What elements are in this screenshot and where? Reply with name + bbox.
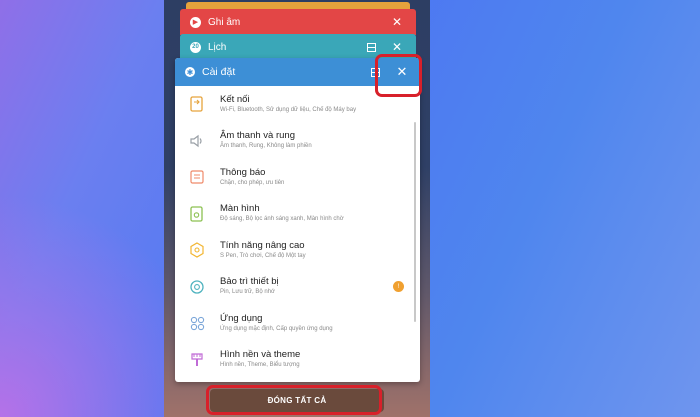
settings-item-title: Ứng dụng (220, 312, 263, 324)
display-icon (189, 206, 205, 222)
calendar-icon: 20 (190, 41, 201, 53)
apps-icon (189, 315, 205, 331)
connections-icon (189, 96, 205, 112)
settings-item-title: Hình nền và theme (220, 349, 301, 361)
scrollbar[interactable] (414, 122, 416, 322)
card-title-cai-dat: Cài đặt (202, 66, 236, 78)
settings-item-title: Màn hình (220, 203, 260, 215)
settings-item-title: Thông báo (220, 166, 266, 178)
settings-item-hinh-nen-va-theme[interactable]: Hình nền và theme Hình nền, Theme, Biểu … (175, 342, 420, 379)
settings-item-title: Bảo trì thiết bị (220, 276, 279, 288)
settings-item-subtitle: Wi-Fi, Bluetooth, Sử dụng dữ liệu, Chế đ… (220, 106, 357, 113)
settings-item-subtitle: Chặn, cho phép, ưu tiên (220, 179, 285, 186)
settings-item-man-hinh[interactable]: Màn hình Độ sáng, Bộ lọc ánh sáng xanh, … (175, 196, 420, 233)
notification-icon (189, 169, 205, 185)
settings-item-subtitle: Âm thanh, Rung, Không làm phiền (220, 143, 312, 150)
wallpaper-theme-icon (189, 352, 205, 368)
card-title-lich: Lịch (208, 41, 227, 53)
settings-item-am-thanh[interactable]: Âm thanh và rung Âm thanh, Rung, Không l… (175, 123, 420, 160)
recent-card-ghi-am[interactable]: ▶ Ghi âm ✕ (180, 9, 416, 35)
device-maintenance-icon (189, 279, 205, 295)
alert-badge: ! (393, 281, 404, 293)
settings-list: Kết nối Wi-Fi, Bluetooth, Sử dụng dữ liệ… (175, 86, 420, 378)
split-screen-icon[interactable] (362, 38, 380, 56)
settings-item-thong-bao[interactable]: Thông báo Chặn, cho phép, ưu tiên (175, 159, 420, 196)
settings-item-tinh-nang-nang-cao[interactable]: Tính năng nâng cao S Pen, Trò chơi, Chế … (175, 232, 420, 269)
highlight-close-button (375, 54, 422, 97)
advanced-features-icon (189, 242, 205, 258)
recent-card-cai-dat[interactable]: ✱ Cài đặt ✕ Kết nối Wi-Fi, Bluetooth, Sử… (175, 58, 420, 382)
settings-item-ung-dung[interactable]: Ứng dụng Ứng dụng mặc định, Cấp quyền ứn… (175, 305, 420, 342)
highlight-close-all-button (206, 385, 382, 415)
record-icon: ▶ (190, 16, 201, 28)
gear-icon: ✱ (185, 67, 195, 77)
card-title-ghi-am: Ghi âm (208, 16, 241, 28)
settings-item-subtitle: Pin, Lưu trữ, Bộ nhớ (220, 289, 275, 296)
settings-item-title: Âm thanh và rung (220, 130, 295, 142)
settings-item-subtitle: Độ sáng, Bộ lọc ánh sáng xanh, Màn hình … (220, 216, 344, 223)
settings-item-bao-tri-thiet-bi[interactable]: Bảo trì thiết bị Pin, Lưu trữ, Bộ nhớ ! (175, 269, 420, 306)
settings-item-subtitle: S Pen, Trò chơi, Chế độ Một tay (220, 252, 306, 259)
settings-item-title: Tính năng nâng cao (220, 239, 305, 251)
sound-icon (189, 133, 205, 149)
settings-item-subtitle: Ứng dụng mặc định, Cấp quyền ứng dụng (220, 325, 333, 332)
close-icon[interactable]: ✕ (388, 13, 406, 31)
background-glow (0, 150, 170, 417)
settings-item-subtitle: Hình nền, Theme, Biểu tượng (220, 362, 300, 369)
